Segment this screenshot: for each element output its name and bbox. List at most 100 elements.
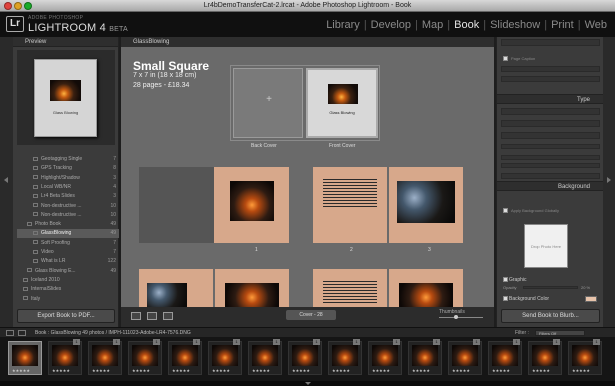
- size-slider[interactable]: [501, 155, 600, 160]
- filmstrip-thumbnail[interactable]: ★★★★★ 1: [88, 339, 122, 375]
- thumbnail-image[interactable]: [572, 345, 598, 366]
- thumbnail-image[interactable]: [292, 345, 318, 366]
- bottom-edge[interactable]: [0, 381, 615, 386]
- collection-row[interactable]: InternalSlides: [17, 285, 119, 294]
- module-web[interactable]: Web: [585, 19, 607, 31]
- background-drop-zone[interactable]: Drop Photo Here: [524, 224, 568, 268]
- spread-1[interactable]: [139, 167, 289, 243]
- filter-select[interactable]: Filters Off: [535, 330, 585, 336]
- page-1-photo[interactable]: [230, 181, 274, 221]
- spread-2[interactable]: [313, 167, 463, 243]
- background-opacity-slider[interactable]: [523, 286, 578, 289]
- background-color-swatch[interactable]: [585, 296, 597, 302]
- graphic-checkbox[interactable]: [503, 277, 508, 282]
- module-library[interactable]: Library: [326, 19, 360, 31]
- collapse-filmstrip-icon[interactable]: [305, 382, 311, 385]
- spread-view-icon[interactable]: [147, 312, 157, 320]
- background-section-header[interactable]: Background: [497, 181, 604, 191]
- filmstrip-thumbnail[interactable]: ★★★★★ 1: [328, 339, 362, 375]
- thumbnail-image[interactable]: [332, 345, 358, 366]
- single-page-view-icon[interactable]: [163, 312, 173, 320]
- left-panel-edge[interactable]: [0, 37, 13, 327]
- cover-spread[interactable]: + Glass Blowing: [230, 65, 380, 141]
- collection-row[interactable]: Video 7: [17, 248, 119, 257]
- apply-background-checkbox[interactable]: [503, 208, 508, 213]
- thumbnail-image[interactable]: [12, 345, 38, 366]
- filmstrip-thumbnail[interactable]: ★★★★★ 1: [368, 339, 402, 375]
- background-color-checkbox[interactable]: [503, 296, 508, 301]
- collection-row[interactable]: Glass Blowing E... 49: [17, 267, 119, 276]
- filmstrip-thumbnail[interactable]: ★★★★★ 1: [208, 339, 242, 375]
- grid-view-icon[interactable]: [6, 330, 14, 336]
- collection-row[interactable]: Lr4 Beta Slides 3: [17, 192, 119, 201]
- collection-row[interactable]: GlassBlowing 49: [17, 229, 119, 239]
- front-cover-photo[interactable]: [328, 84, 358, 104]
- color-swatch-row[interactable]: [501, 144, 600, 149]
- filmstrip-thumbnail[interactable]: ★★★★★ 1: [48, 339, 82, 375]
- send-to-blurb-button[interactable]: Send Book to Blurb...: [501, 309, 600, 323]
- front-cover-title[interactable]: Glass Blowing: [308, 110, 376, 115]
- page-1[interactable]: [214, 167, 289, 243]
- page-7[interactable]: [389, 269, 463, 307]
- collapse-right-icon[interactable]: [607, 177, 611, 183]
- filmstrip-thumbnail[interactable]: ★★★★★ 1: [488, 339, 522, 375]
- thumbnail-size-slider[interactable]: [439, 317, 483, 318]
- collection-row[interactable]: Local WB/NR 4: [17, 183, 119, 192]
- thumbnail-image[interactable]: [92, 345, 118, 366]
- thumbnail-image[interactable]: [212, 345, 238, 366]
- thumbnail-image[interactable]: [52, 345, 78, 366]
- book-settings-bar[interactable]: [501, 39, 600, 46]
- module-map[interactable]: Map: [422, 19, 443, 31]
- front-cover[interactable]: Glass Blowing: [306, 68, 378, 138]
- font-style-select[interactable]: [501, 132, 600, 139]
- collection-row[interactable]: Soft Proofing 7: [17, 239, 119, 248]
- page-5-photo[interactable]: [225, 283, 279, 307]
- font-family-select[interactable]: [501, 120, 600, 127]
- export-pdf-button[interactable]: Export Book to PDF...: [17, 309, 115, 323]
- collection-row[interactable]: Non-destructive ... 10: [17, 202, 119, 211]
- caption-align-row[interactable]: [501, 76, 600, 82]
- module-develop[interactable]: Develop: [371, 19, 411, 31]
- page-3-photo[interactable]: [397, 181, 455, 223]
- page-4-photo[interactable]: [147, 283, 187, 307]
- filmstrip-thumbnail[interactable]: ★★★★★ 1: [248, 339, 282, 375]
- module-book[interactable]: Book: [454, 19, 479, 31]
- thumbnail-image[interactable]: [252, 345, 278, 366]
- multi-page-view-icon[interactable]: [131, 312, 141, 320]
- thumbnail-image[interactable]: [532, 345, 558, 366]
- page-4[interactable]: [139, 269, 213, 307]
- thumbnail-image[interactable]: [452, 345, 478, 366]
- filmstrip-thumbnail[interactable]: ★★★★★ 1: [528, 339, 562, 375]
- filmstrip-thumbnail[interactable]: ★★★★★ 1: [568, 339, 602, 375]
- right-panel-edge[interactable]: [603, 37, 615, 327]
- thumbnail-image[interactable]: [412, 345, 438, 366]
- collection-row[interactable]: Iceland 2010: [17, 276, 119, 285]
- collection-row[interactable]: Geotagging Single 7: [17, 155, 119, 164]
- page-caption-checkbox[interactable]: [503, 56, 508, 61]
- filmstrip-thumbnail[interactable]: ★★★★★ 1: [128, 339, 162, 375]
- collection-row[interactable]: What is LR 122: [17, 257, 119, 266]
- thumbnail-image[interactable]: [372, 345, 398, 366]
- page-6[interactable]: [313, 269, 387, 307]
- opacity-slider-type[interactable]: [501, 163, 600, 168]
- collapse-left-icon[interactable]: [4, 177, 8, 183]
- collection-row[interactable]: GPS Tracking 8: [17, 164, 119, 173]
- thumbnail-image[interactable]: [172, 345, 198, 366]
- page-6-text[interactable]: [323, 281, 377, 305]
- thumbnail-slider-knob[interactable]: [454, 315, 458, 319]
- collection-row[interactable]: Highlight/Shadow 3: [17, 174, 119, 183]
- filmstrip-thumbnail[interactable]: ★★★★★ 1: [168, 339, 202, 375]
- cover-page-selector[interactable]: Cover - 28: [286, 310, 336, 320]
- page-7-photo[interactable]: [399, 283, 453, 307]
- collection-row[interactable]: Italy: [17, 295, 119, 304]
- text-style-preset[interactable]: [501, 108, 600, 115]
- module-print[interactable]: Print: [551, 19, 574, 31]
- back-cover[interactable]: +: [233, 68, 303, 138]
- preview-header[interactable]: Preview: [13, 37, 118, 47]
- thumbnail-image[interactable]: [132, 345, 158, 366]
- module-slideshow[interactable]: Slideshow: [490, 19, 540, 31]
- collection-row[interactable]: Non-destructive ... 10: [17, 211, 119, 220]
- type-section-header[interactable]: Type: [497, 94, 604, 104]
- filmstrip-thumbnail[interactable]: ★★★★★: [8, 341, 42, 375]
- filmstrip-thumbnail[interactable]: ★★★★★ 1: [408, 339, 442, 375]
